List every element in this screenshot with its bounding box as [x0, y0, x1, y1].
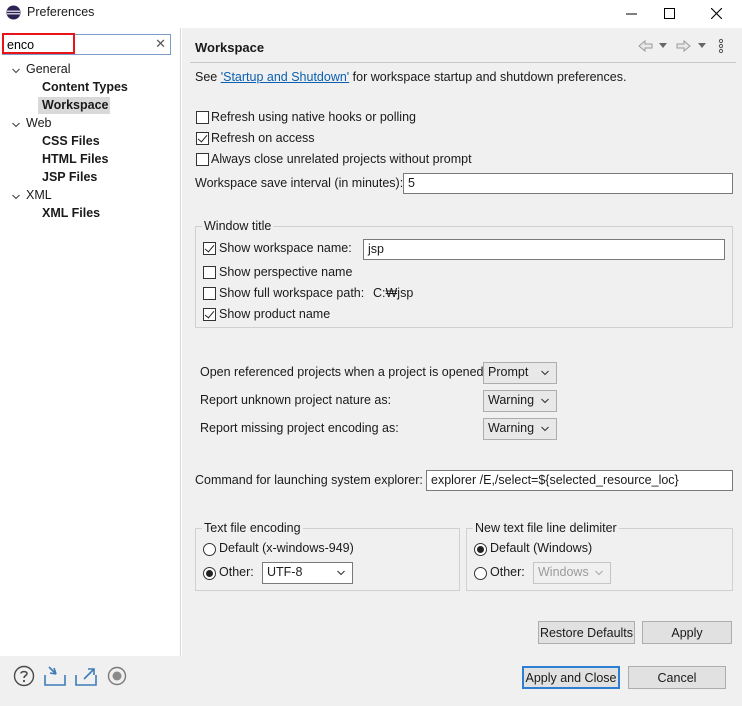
unknown-nature-label: Report unknown project nature as: — [200, 393, 392, 407]
encoding-other-radio[interactable] — [203, 567, 216, 580]
open-referenced-select[interactable]: Prompt — [483, 362, 557, 384]
tree-item-content-types[interactable]: Content Types — [42, 80, 128, 94]
tree-item-general[interactable]: General — [26, 62, 70, 76]
refresh-native-label: Refresh using native hooks or polling — [211, 110, 416, 124]
chevron-down-icon — [541, 426, 549, 432]
oomph-icon[interactable] — [107, 666, 127, 686]
delimiter-other-select[interactable]: Windows — [533, 562, 611, 584]
window-title: Preferences — [27, 5, 95, 19]
explorer-command-label: Command for launching system explorer: — [195, 473, 423, 487]
chevron-down-icon[interactable] — [11, 120, 21, 130]
page-title: Workspace — [195, 40, 265, 55]
show-full-path-label: Show full workspace path: — [219, 286, 365, 300]
encoding-other-select[interactable]: UTF-8 — [262, 562, 353, 584]
minimize-button[interactable] — [612, 0, 650, 26]
chevron-down-icon[interactable] — [11, 192, 21, 202]
always-close-label: Always close unrelated projects without … — [211, 152, 472, 166]
restore-defaults-button[interactable]: Restore Defaults — [538, 621, 635, 644]
window-title-group-title: Window title — [202, 219, 274, 233]
missing-encoding-select[interactable]: Warning — [483, 418, 557, 440]
close-icon — [710, 7, 722, 19]
encoding-default-label: Default (x-windows-949) — [219, 541, 354, 555]
forward-icon[interactable] — [675, 39, 691, 53]
tree-item-xml-files[interactable]: XML Files — [42, 206, 100, 220]
refresh-access-label: Refresh on access — [211, 131, 315, 145]
clear-filter-icon[interactable]: ✕ — [155, 36, 166, 52]
tree-item-xml[interactable]: XML — [26, 188, 52, 202]
open-referenced-label: Open referenced projects when a project … — [200, 365, 487, 379]
unknown-nature-select[interactable]: Warning — [483, 390, 557, 412]
show-perspective-name-checkbox[interactable] — [203, 266, 216, 279]
back-icon[interactable] — [638, 39, 654, 53]
delimiter-other-value: Windows — [538, 565, 589, 579]
chevron-down-icon[interactable] — [659, 43, 667, 49]
show-product-name-label: Show product name — [219, 307, 331, 321]
refresh-native-checkbox[interactable] — [196, 111, 209, 124]
chevron-down-icon — [541, 370, 549, 376]
tree-item-html-files[interactable]: HTML Files — [42, 152, 108, 166]
show-workspace-name-checkbox[interactable] — [203, 242, 216, 255]
tree-item-css-files[interactable]: CSS Files — [42, 134, 100, 148]
explorer-command-input[interactable]: explorer /E,/select=${selected_resource_… — [426, 470, 733, 491]
missing-encoding-label: Report missing project encoding as: — [200, 421, 399, 435]
import-icon[interactable] — [43, 665, 67, 687]
intro-text: See 'Startup and Shutdown' for workspace… — [195, 70, 626, 84]
open-referenced-value: Prompt — [488, 365, 529, 379]
chevron-down-icon — [541, 398, 549, 404]
line-delimiter-group-title: New text file line delimiter — [473, 521, 619, 535]
eclipse-icon — [6, 5, 21, 20]
show-product-name-checkbox[interactable] — [203, 308, 216, 321]
startup-shutdown-link[interactable]: 'Startup and Shutdown' — [221, 70, 349, 84]
chevron-down-icon — [337, 570, 345, 576]
delimiter-other-label: Other: — [490, 565, 525, 579]
missing-encoding-value: Warning — [488, 421, 535, 435]
maximize-button[interactable] — [650, 0, 688, 26]
encoding-default-radio[interactable] — [203, 543, 216, 556]
show-workspace-name-label: Show workspace name: — [219, 241, 352, 255]
chevron-down-icon — [595, 570, 603, 576]
show-perspective-name-label: Show perspective name — [219, 265, 353, 279]
intro-prefix: See — [195, 70, 221, 84]
tree-item-web[interactable]: Web — [26, 116, 51, 130]
always-close-checkbox[interactable] — [196, 153, 209, 166]
workspace-name-input[interactable]: jsp — [363, 239, 725, 260]
tree-item-workspace[interactable]: Workspace — [42, 98, 108, 112]
unknown-nature-value: Warning — [488, 393, 535, 407]
export-icon[interactable] — [74, 665, 98, 687]
apply-and-close-button[interactable]: Apply and Close — [522, 666, 620, 689]
encoding-other-label: Other: — [219, 565, 254, 579]
delimiter-default-label: Default (Windows) — [490, 541, 593, 555]
delimiter-default-radio[interactable] — [474, 543, 487, 556]
delimiter-other-radio[interactable] — [474, 567, 487, 580]
tree-item-jsp-files[interactable]: JSP Files — [42, 170, 97, 184]
save-interval-label: Workspace save interval (in minutes): — [195, 176, 404, 190]
encoding-other-value: UTF-8 — [267, 565, 303, 579]
text-encoding-group-title: Text file encoding — [202, 521, 303, 535]
full-path-value: C:₩jsp — [373, 286, 414, 300]
help-icon[interactable] — [13, 665, 35, 687]
refresh-access-checkbox[interactable] — [196, 132, 209, 145]
maximize-icon — [663, 7, 675, 19]
cancel-button[interactable]: Cancel — [628, 666, 726, 689]
minimize-icon — [625, 13, 637, 14]
save-interval-input[interactable]: 5 — [403, 173, 733, 194]
show-full-path-checkbox[interactable] — [203, 287, 216, 300]
apply-button[interactable]: Apply — [642, 621, 732, 644]
close-button[interactable] — [697, 0, 735, 26]
intro-suffix: for workspace startup and shutdown prefe… — [349, 70, 627, 84]
chevron-down-icon[interactable] — [11, 66, 21, 76]
highlight-box — [2, 33, 75, 54]
header-separator — [190, 62, 736, 63]
chevron-down-icon[interactable] — [698, 43, 706, 49]
view-menu-icon[interactable] — [718, 38, 724, 54]
